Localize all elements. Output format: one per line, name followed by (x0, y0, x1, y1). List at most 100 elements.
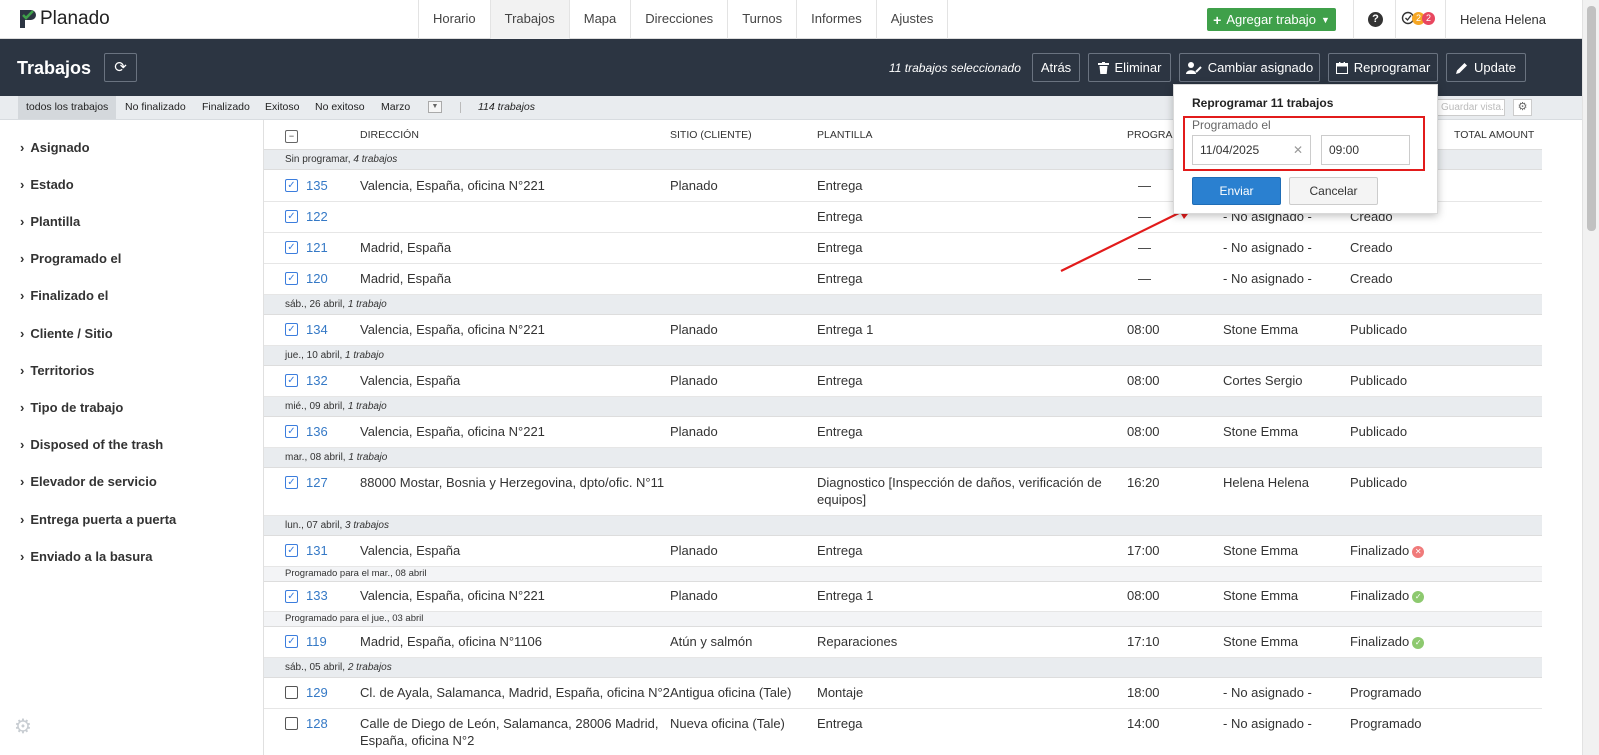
filter-unsuccessful[interactable]: No exitoso (307, 96, 373, 119)
job-id-link[interactable]: 129 (306, 685, 328, 700)
table-row[interactable]: ✓ 131 Valencia, España Planado Entrega 1… (264, 536, 1542, 567)
sidebar-filter-territorios[interactable]: › Territorios (20, 363, 94, 378)
chevron-right-icon: › (20, 177, 25, 192)
submit-button[interactable]: Enviar (1192, 177, 1281, 205)
job-site: Atún y salmón (670, 634, 753, 649)
date-input[interactable]: 11/04/2025 ✕ (1192, 135, 1311, 165)
sidebar-filter-plantilla[interactable]: › Plantilla (20, 214, 80, 229)
nav-mapa[interactable]: Mapa (570, 0, 632, 39)
job-id-link[interactable]: 131 (306, 543, 328, 558)
user-menu[interactable]: Helena Helena (1460, 12, 1546, 27)
change-assignee-button[interactable]: Cambiar asignado (1179, 53, 1320, 82)
col-address[interactable]: DIRECCIÓN (360, 129, 419, 141)
sidebar-filter-entrega[interactable]: › Entrega puerta a puerta (20, 512, 176, 527)
job-id-link[interactable]: 121 (306, 240, 328, 255)
filters-sidebar: › Asignado › Estado › Plantilla › Programado… (0, 120, 264, 755)
nav-horario[interactable]: Horario (419, 0, 491, 39)
nav-informes[interactable]: Informes (797, 0, 877, 39)
job-id-link[interactable]: 119 (306, 634, 327, 649)
row-checkbox[interactable]: ✓ (285, 179, 298, 192)
add-job-button[interactable]: + Agregar trabajo ▼ (1207, 8, 1336, 31)
row-checkbox[interactable]: ✓ (285, 544, 298, 557)
row-checkbox[interactable]: ✓ (285, 476, 298, 489)
reschedule-button[interactable]: Reprogramar (1328, 53, 1438, 82)
time-input[interactable]: 09:00 (1321, 135, 1410, 165)
job-address: Madrid, España (360, 240, 452, 255)
row-checkbox[interactable]: ✓ (285, 590, 298, 603)
sidebar-filter-basura[interactable]: › Enviado a la basura (20, 549, 152, 564)
table-row[interactable]: ✓ 133 Valencia, España, oficina N°221 Pl… (264, 582, 1542, 612)
job-assignee: Stone Emma (1223, 588, 1299, 603)
table-row[interactable]: ✓ 127 88000 Mostar, Bosnia y Herzegovina… (264, 468, 1542, 516)
job-status: Publicado (1350, 475, 1408, 490)
table-row[interactable]: ✓ 120 Madrid, España Entrega — - No asig… (264, 264, 1542, 295)
table-row[interactable]: ✓ 121 Madrid, España Entrega — - No asig… (264, 233, 1542, 264)
sidebar-filter-elevador[interactable]: › Elevador de servicio (20, 474, 157, 489)
sidebar-filter-trash[interactable]: › Disposed of the trash (20, 437, 163, 452)
refresh-button[interactable]: ⟳ (104, 53, 137, 82)
nav-turnos[interactable]: Turnos (728, 0, 798, 39)
filter-not-finished[interactable]: No finalizado (117, 96, 194, 119)
filter-finished[interactable]: Finalizado (194, 96, 258, 119)
job-id-link[interactable]: 127 (306, 475, 328, 490)
table-row[interactable]: ✓ 136 Valencia, España, oficina N°221 Pl… (264, 417, 1542, 448)
filter-march[interactable]: Marzo (373, 96, 418, 119)
job-id-link[interactable]: 132 (306, 373, 328, 388)
sidebar-filter-cliente[interactable]: › Cliente / Sitio (20, 326, 113, 341)
col-template[interactable]: PLANTILLA (817, 129, 872, 141)
sidebar-settings-gear-icon[interactable]: ⚙ (14, 714, 32, 739)
job-id-link[interactable]: 120 (306, 271, 328, 286)
job-id-link[interactable]: 135 (306, 178, 328, 193)
sidebar-filter-finalizado[interactable]: › Finalizado el (20, 288, 108, 303)
update-button[interactable]: Update (1446, 53, 1526, 82)
sidebar-filter-asignado[interactable]: › Asignado (20, 140, 90, 155)
job-address: Valencia, España, oficina N°221 (360, 424, 545, 439)
page-scrollbar[interactable] (1582, 0, 1599, 755)
group-date: mié., 09 abril, (285, 401, 346, 412)
select-all-checkbox[interactable]: − (285, 130, 298, 143)
delete-button[interactable]: Eliminar (1088, 53, 1171, 82)
row-checkbox[interactable]: ✓ (285, 717, 298, 730)
job-id-link[interactable]: 136 (306, 424, 328, 439)
jobs-table: − DIRECCIÓN SITIO (CLIENTE) PLANTILLA PR… (264, 120, 1542, 755)
scheduled-date-label: Programado el (1192, 118, 1271, 132)
row-checkbox[interactable]: ✓ (285, 241, 298, 254)
save-view-input[interactable]: Guardar vista... (1436, 99, 1505, 116)
sidebar-filter-estado[interactable]: › Estado (20, 177, 74, 192)
row-checkbox[interactable]: ✓ (285, 210, 298, 223)
sidebar-filter-programado[interactable]: › Programado el (20, 251, 121, 266)
job-id-link[interactable]: 134 (306, 322, 328, 337)
row-checkbox[interactable]: ✓ (285, 272, 298, 285)
table-row[interactable]: ✓ 129 Cl. de Ayala, Salamanca, Madrid, E… (264, 678, 1542, 709)
table-row[interactable]: ✓ 119 Madrid, España, oficina N°1106 Atú… (264, 627, 1542, 658)
table-row[interactable]: ✓ 132 Valencia, España Planado Entrega 0… (264, 366, 1542, 397)
job-id-link[interactable]: 122 (306, 209, 328, 224)
row-checkbox[interactable]: ✓ (285, 686, 298, 699)
planado-logo[interactable]: Planado (17, 8, 110, 30)
nav-ajustes[interactable]: Ajustes (877, 0, 949, 39)
filter-all[interactable]: todos los trabajos (18, 96, 117, 119)
row-checkbox[interactable]: ✓ (285, 635, 298, 648)
nav-direcciones[interactable]: Direcciones (631, 0, 729, 39)
filter-more-dropdown[interactable]: ▼ (428, 101, 442, 113)
col-total-amount[interactable]: TOTAL AMOUNT (1454, 129, 1534, 141)
row-checkbox[interactable]: ✓ (285, 374, 298, 387)
view-settings-gear-icon[interactable]: ⚙ (1513, 99, 1532, 116)
table-row[interactable]: ✓ 134 Valencia, España, oficina N°221 Pl… (264, 315, 1542, 346)
sidebar-filter-tipo[interactable]: › Tipo de trabajo (20, 400, 123, 415)
help-icon[interactable]: ? (1368, 12, 1383, 27)
clear-date-icon[interactable]: ✕ (1293, 136, 1303, 164)
back-button[interactable]: Atrás (1032, 53, 1080, 82)
row-checkbox[interactable]: ✓ (285, 425, 298, 438)
col-site[interactable]: SITIO (CLIENTE) (670, 129, 752, 141)
table-row[interactable]: ✓ 128 Calle de Diego de León, Salamanca,… (264, 709, 1542, 755)
nav-trabajos[interactable]: Trabajos (490, 0, 570, 39)
notifications[interactable]: 2 2 (1401, 11, 1435, 25)
scrollbar-thumb[interactable] (1587, 6, 1596, 231)
filter-successful[interactable]: Exitoso (257, 96, 307, 119)
job-id-link[interactable]: 133 (306, 588, 328, 603)
job-address: Valencia, España, oficina N°221 (360, 588, 545, 603)
cancel-button[interactable]: Cancelar (1289, 177, 1378, 205)
row-checkbox[interactable]: ✓ (285, 323, 298, 336)
job-id-link[interactable]: 128 (306, 716, 328, 731)
